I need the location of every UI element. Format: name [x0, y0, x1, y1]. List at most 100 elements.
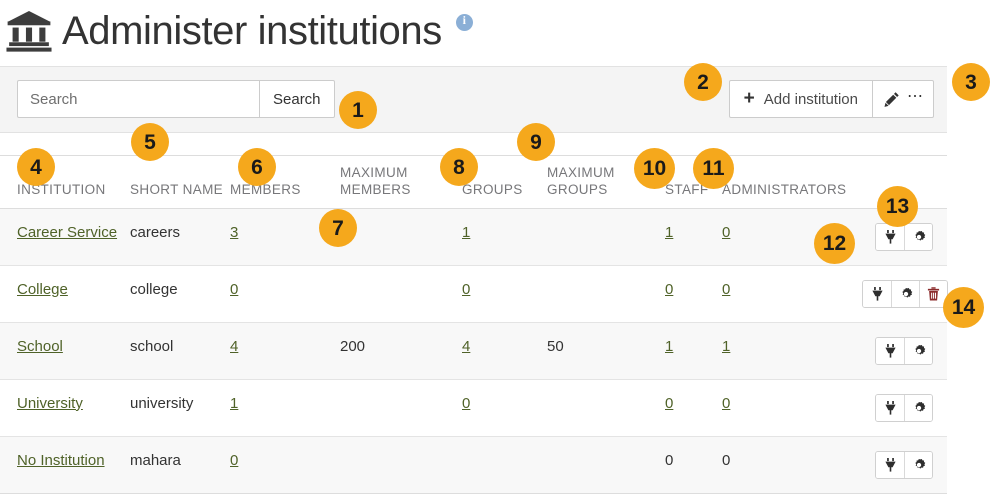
callout-badge-4: 4 — [17, 148, 55, 186]
callout-badge-6: 6 — [238, 148, 276, 186]
row-action-button-group — [862, 280, 948, 308]
bank-institution-icon — [6, 10, 52, 52]
cell-institution[interactable]: School — [0, 322, 130, 379]
toolbar-right-actions: + Add institution ⋯ — [729, 80, 934, 118]
cell-groups[interactable]: 4 — [462, 322, 547, 379]
cell-administrators[interactable]: 0 — [722, 265, 862, 322]
groups-count-link[interactable]: 0 — [462, 281, 470, 298]
table-row: Career Servicecareers3110 — [0, 208, 947, 265]
cell-actions — [862, 322, 947, 379]
institution-link[interactable]: University — [17, 395, 83, 412]
table-row: University university1 0 0 0 — [0, 379, 947, 436]
plus-icon: + — [744, 89, 755, 108]
table-row: Schoolschool420045011 — [0, 322, 947, 379]
cell-max-members — [340, 436, 462, 493]
staff-count-link[interactable]: 1 — [665, 224, 673, 241]
cell-members[interactable]: 0 — [230, 265, 340, 322]
callout-badge-14: 14 — [943, 287, 984, 328]
row-action-button-group — [875, 451, 933, 479]
plug-button[interactable] — [876, 452, 904, 478]
administrators-count-link[interactable]: 0 — [722, 224, 730, 241]
gear-icon — [899, 287, 913, 301]
column-header-short-name: SHORT NAME — [130, 156, 230, 209]
cell-institution[interactable]: College — [0, 265, 130, 322]
row-action-button-group — [875, 223, 933, 251]
trash-icon — [927, 287, 940, 301]
callout-badge-10: 10 — [634, 148, 675, 189]
callout-badge-13: 13 — [877, 186, 918, 227]
institution-link[interactable]: College — [17, 281, 68, 298]
search-input[interactable] — [17, 80, 259, 118]
gear-button[interactable] — [904, 224, 932, 250]
institution-link[interactable]: School — [17, 338, 63, 355]
cell-max-groups — [547, 208, 665, 265]
cell-groups[interactable]: 0 — [462, 379, 547, 436]
staff-count-link[interactable]: 0 — [665, 395, 673, 412]
column-header-administrators: ADMINISTRATORS — [722, 156, 862, 209]
plug-icon — [871, 287, 884, 301]
institution-link[interactable]: No Institution — [17, 452, 105, 469]
callout-badge-5: 5 — [131, 123, 169, 161]
cell-actions — [862, 436, 947, 493]
cell-actions — [862, 265, 947, 322]
members-count-link[interactable]: 4 — [230, 338, 238, 355]
cell-groups[interactable]: 1 — [462, 208, 547, 265]
cell-members[interactable]: 0 — [230, 436, 340, 493]
cell-staff: 0 — [665, 436, 722, 493]
members-count-link[interactable]: 1 — [230, 395, 238, 412]
cell-institution[interactable]: University — [0, 379, 130, 436]
plug-icon — [884, 401, 897, 415]
gear-button[interactable] — [891, 281, 919, 307]
callout-badge-11: 11 — [693, 148, 734, 189]
cell-institution[interactable]: Career Service — [0, 208, 130, 265]
plug-button[interactable] — [863, 281, 891, 307]
administrators-count-link[interactable]: 0 — [722, 281, 730, 298]
cell-short-name: university — [130, 379, 230, 436]
gear-button[interactable] — [904, 338, 932, 364]
cell-staff[interactable]: 1 — [665, 322, 722, 379]
groups-count-link[interactable]: 4 — [462, 338, 470, 355]
staff-count-link[interactable]: 0 — [665, 281, 673, 298]
institution-link[interactable]: Career Service — [17, 224, 117, 241]
plug-button[interactable] — [876, 224, 904, 250]
row-action-button-group — [875, 337, 933, 365]
cell-groups[interactable]: 0 — [462, 265, 547, 322]
cell-staff[interactable]: 0 — [665, 265, 722, 322]
gear-button[interactable] — [904, 395, 932, 421]
institutions-table: INSTITUTION SHORT NAME MEMBERS MAXIMUM M… — [0, 155, 947, 494]
administrators-count-link[interactable]: 1 — [722, 338, 730, 355]
callout-badge-3: 3 — [952, 63, 990, 101]
add-institution-button[interactable]: + Add institution — [729, 80, 873, 118]
administrators-count-link[interactable]: 0 — [722, 395, 730, 412]
gear-icon — [912, 458, 926, 472]
members-count-link[interactable]: 0 — [230, 452, 238, 469]
cell-max-groups — [547, 436, 665, 493]
cell-max-members — [340, 265, 462, 322]
row-action-button-group — [875, 394, 933, 422]
plug-button[interactable] — [876, 395, 904, 421]
cell-staff[interactable]: 1 — [665, 208, 722, 265]
callout-badge-1: 1 — [339, 91, 377, 129]
info-circle-icon[interactable] — [456, 14, 473, 31]
cell-staff[interactable]: 0 — [665, 379, 722, 436]
gear-icon — [912, 230, 926, 244]
members-count-link[interactable]: 0 — [230, 281, 238, 298]
callout-badge-8: 8 — [440, 148, 478, 186]
cell-administrators[interactable]: 1 — [722, 322, 862, 379]
plug-button[interactable] — [876, 338, 904, 364]
cell-short-name: mahara — [130, 436, 230, 493]
groups-count-link[interactable]: 0 — [462, 395, 470, 412]
cell-members[interactable]: 1 — [230, 379, 340, 436]
cell-members[interactable]: 4 — [230, 322, 340, 379]
members-count-link[interactable]: 3 — [230, 224, 238, 241]
cell-institution[interactable]: No Institution — [0, 436, 130, 493]
edit-more-button[interactable]: ⋯ — [873, 80, 934, 118]
plug-icon — [884, 344, 897, 358]
gear-icon — [912, 344, 926, 358]
search-button[interactable]: Search — [259, 80, 335, 118]
cell-administrators: 0 — [722, 436, 862, 493]
groups-count-link[interactable]: 1 — [462, 224, 470, 241]
cell-administrators[interactable]: 0 — [722, 379, 862, 436]
gear-button[interactable] — [904, 452, 932, 478]
staff-count-link[interactable]: 1 — [665, 338, 673, 355]
